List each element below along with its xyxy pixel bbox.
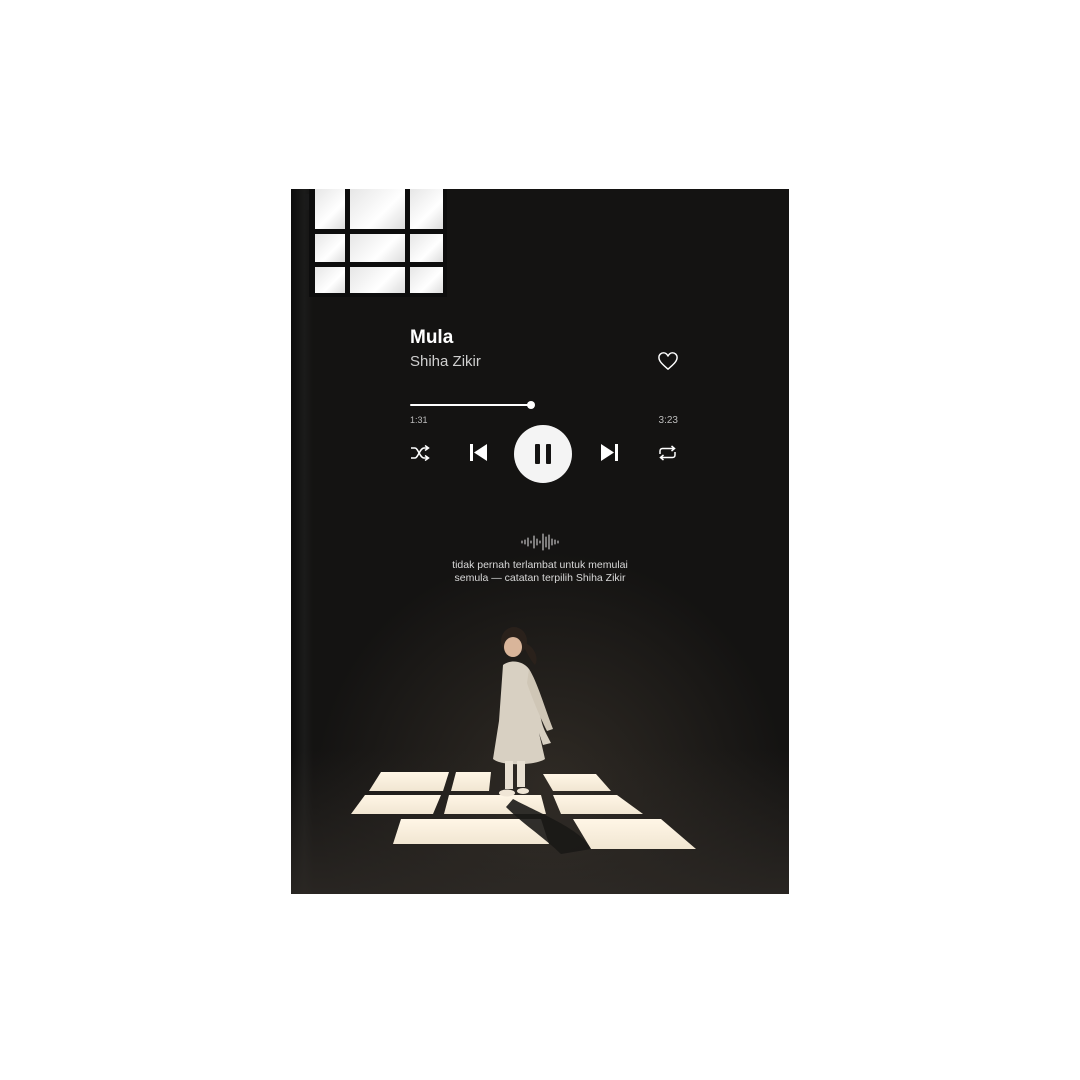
cover-caption: tidak pernah terlambat untuk memulai sem… — [420, 559, 660, 585]
play-pause-button[interactable] — [514, 425, 572, 483]
pause-icon — [535, 444, 551, 464]
progress-bar[interactable] — [410, 401, 678, 409]
elapsed-time: 1:31 — [410, 415, 428, 425]
soundwave-icon — [521, 533, 559, 551]
total-duration: 3:23 — [658, 415, 678, 426]
artist-name: Shiha Zikir — [410, 353, 481, 370]
skip-next-icon[interactable] — [600, 443, 619, 462]
repeat-icon[interactable] — [657, 445, 678, 461]
shuffle-icon[interactable] — [410, 445, 430, 461]
heart-icon[interactable] — [657, 351, 679, 371]
caption-line-2: semula — catatan terpilih Shiha Zikir — [454, 572, 626, 584]
child-figure — [493, 627, 553, 797]
caption-line-1: tidak pernah terlambat untuk memulai — [452, 559, 628, 571]
skip-previous-icon[interactable] — [469, 443, 488, 462]
progress-fill — [410, 404, 531, 406]
song-title: Mula — [410, 327, 454, 348]
progress-thumb[interactable] — [526, 401, 535, 409]
book-cover: Mula Shiha Zikir 1:31 3:23 tidak pernah … — [291, 189, 789, 894]
